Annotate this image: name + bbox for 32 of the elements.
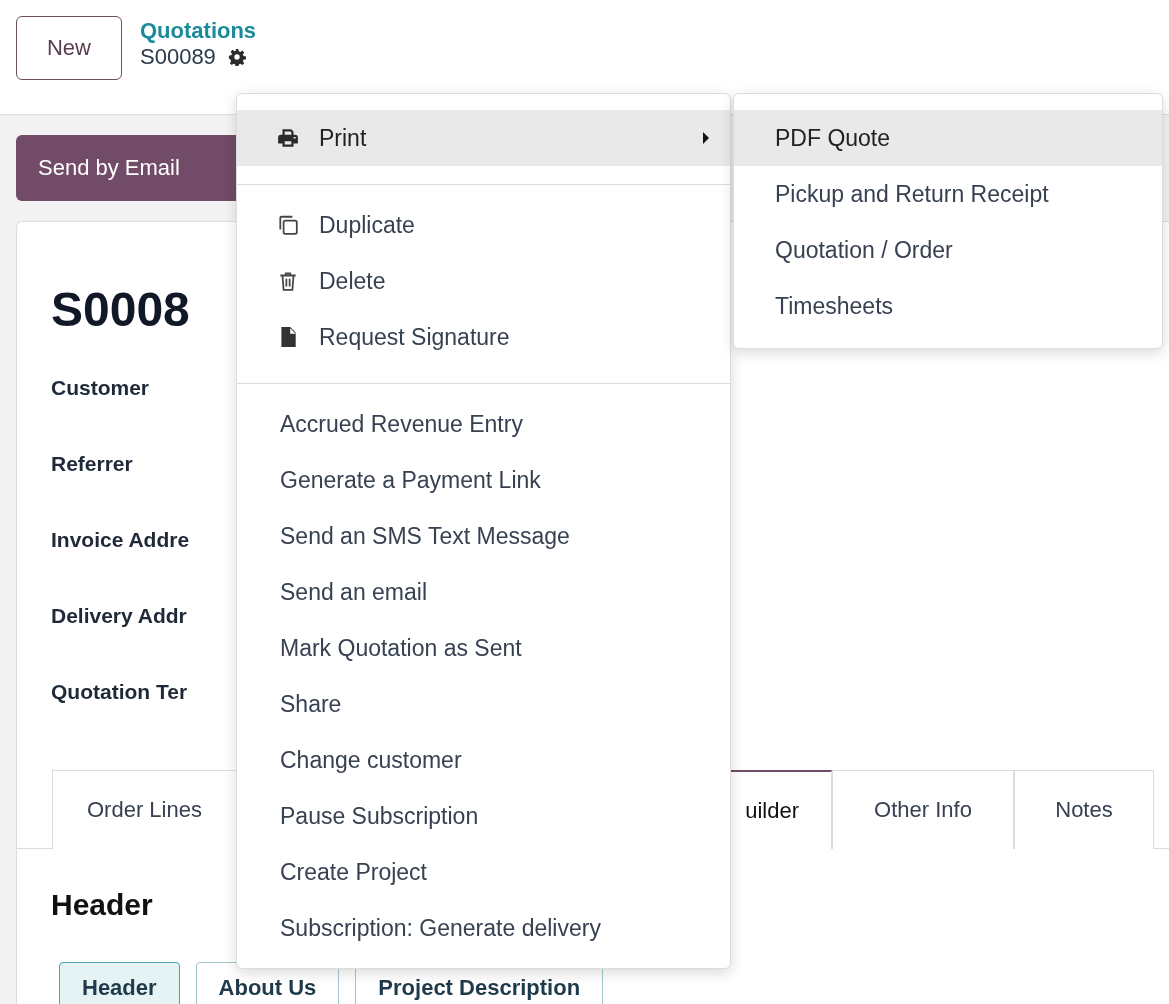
record-name: S00089 (140, 44, 216, 70)
field-label: Quotation Ter (51, 679, 189, 705)
menu-item[interactable]: Print (237, 110, 730, 166)
snippet-tab[interactable]: Header (59, 962, 180, 1004)
menu-item[interactable]: Accrued Revenue Entry (237, 396, 730, 452)
menu-item[interactable]: PDF Quote (734, 110, 1162, 166)
trash-icon (277, 270, 299, 292)
menu-item[interactable]: Generate a Payment Link (237, 452, 730, 508)
menu-item[interactable]: Pickup and Return Receipt (734, 166, 1162, 222)
printer-icon (277, 127, 299, 149)
caret-icon (702, 132, 710, 144)
settings-icon[interactable] (227, 48, 246, 66)
menu-item[interactable]: Request Signature (237, 309, 730, 365)
menu-item[interactable]: Delete (237, 253, 730, 309)
field-label: Invoice Addre (51, 527, 191, 553)
menu-item[interactable]: Subscription: Generate delivery (237, 900, 730, 956)
menu-item[interactable]: Timesheets (734, 278, 1162, 334)
field-label: Customer (51, 375, 151, 401)
tab[interactable]: Notes (1014, 770, 1154, 849)
field-label: Referrer (51, 451, 134, 477)
menu-item[interactable]: Share (237, 676, 730, 732)
menu-item[interactable]: Mark Quotation as Sent (237, 620, 730, 676)
menu-item[interactable]: Send an SMS Text Message (237, 508, 730, 564)
copy-icon (277, 214, 299, 236)
new-button[interactable]: New (16, 16, 122, 80)
field-label: Delivery Addr (51, 603, 188, 629)
breadcrumb-link[interactable]: Quotations (140, 18, 257, 44)
section-title: Header (51, 887, 153, 922)
record-title: S0008 (51, 282, 191, 338)
menu-item[interactable]: Quotation / Order (734, 222, 1162, 278)
menu-item[interactable]: Send an email (237, 564, 730, 620)
tab[interactable]: Other Info (832, 770, 1014, 849)
